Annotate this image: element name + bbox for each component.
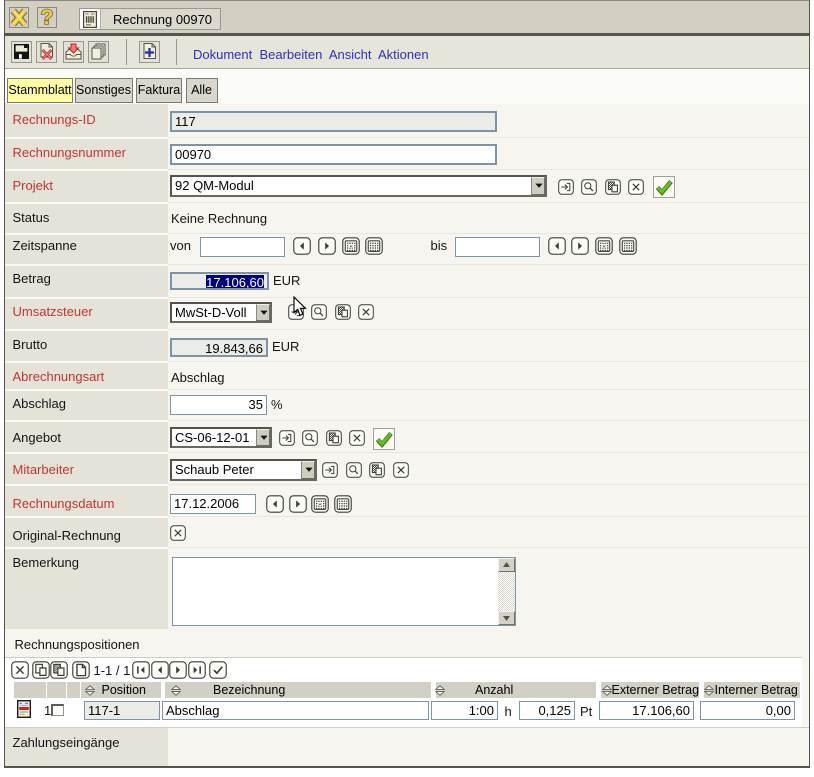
svg-text:?: ?	[41, 7, 54, 28]
